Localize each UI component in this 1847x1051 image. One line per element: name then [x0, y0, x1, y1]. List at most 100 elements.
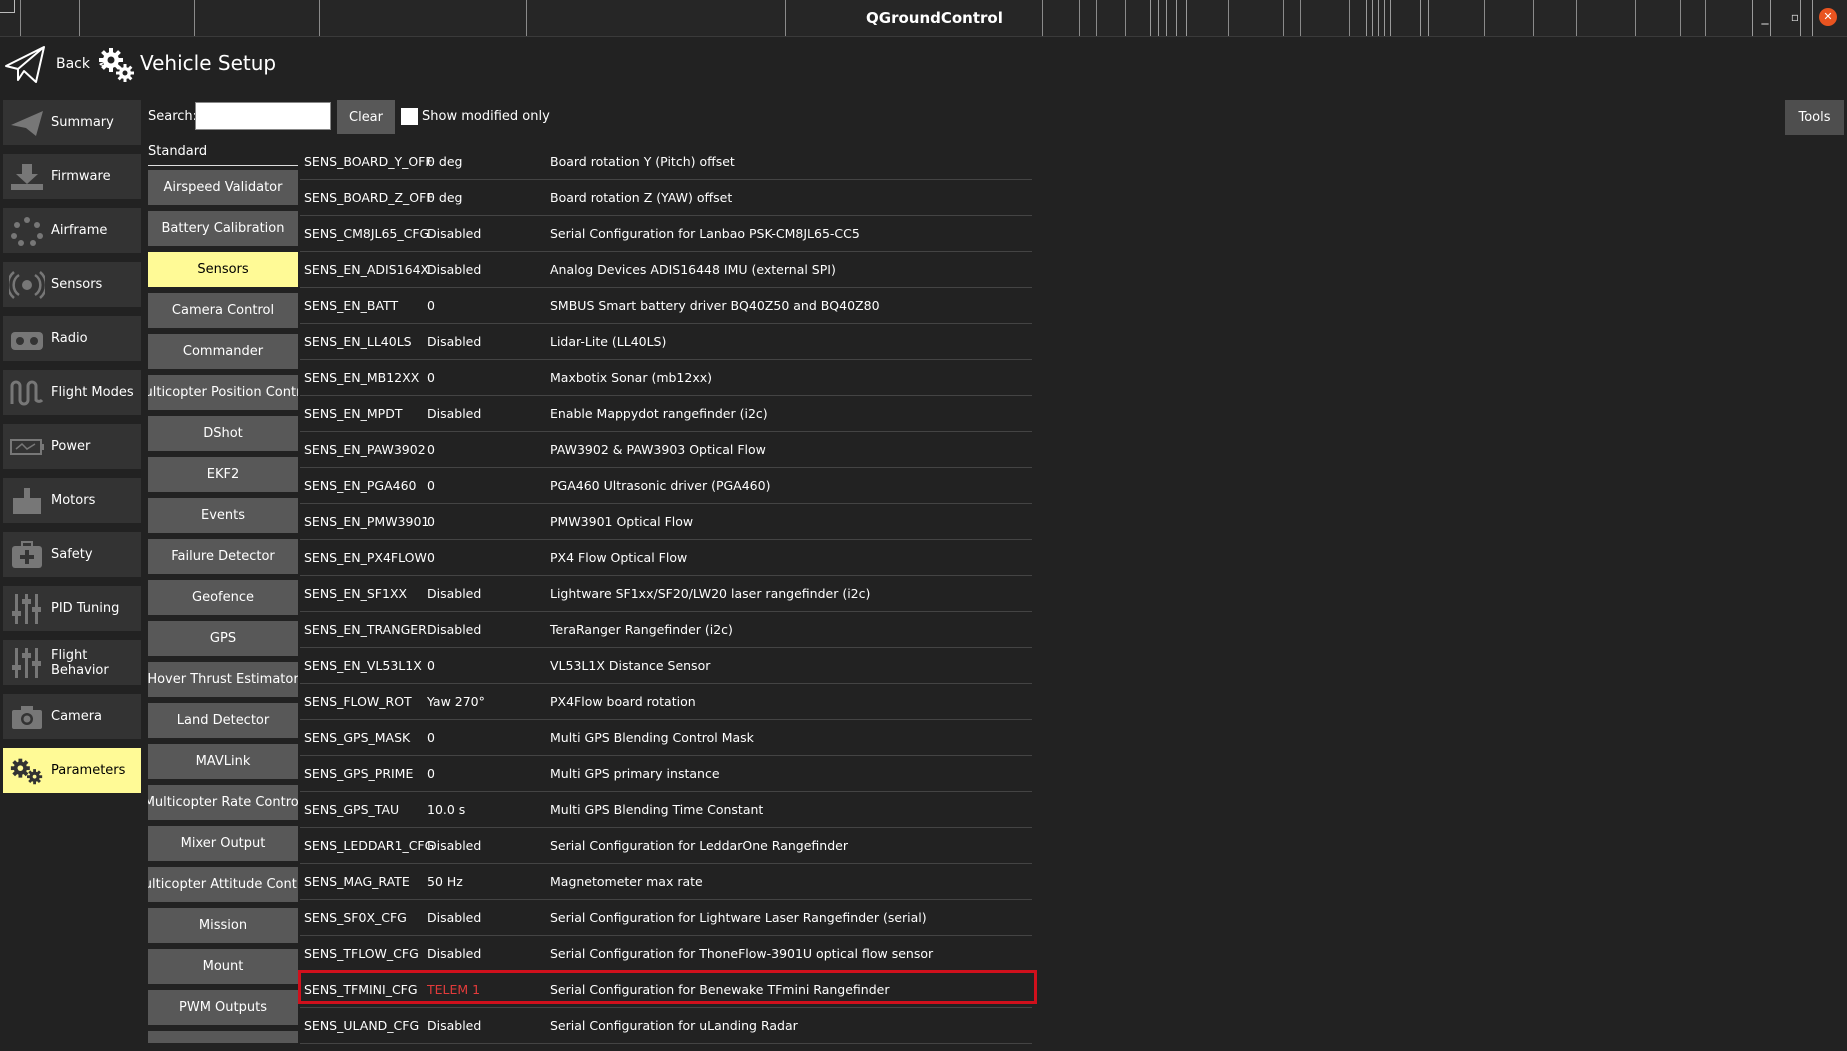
table-row[interactable]: SENS_EN_SF1XX Disabled Lightware SF1xx/SF2… [300, 576, 1032, 612]
table-row[interactable]: SENS_EN_PAW3902 0 PAW3902 & PAW3903 Optica… [300, 432, 1032, 468]
title-bar-decoration [1384, 0, 1385, 36]
param-name: SENS_EN_MPDT [304, 406, 403, 421]
group-land-detector[interactable]: Land Detector [148, 703, 298, 738]
table-row[interactable]: SENS_LEDDAR1_CFG Disabled Serial Configura… [300, 828, 1032, 864]
sidebar-item-radio[interactable]: Radio [3, 316, 141, 361]
group-multicopter-position-control[interactable]: Multicopter Position Control [148, 375, 298, 410]
search-input[interactable] [195, 102, 331, 130]
table-row[interactable]: SENS_SF0X_CFG Disabled Serial Configuratio… [300, 900, 1032, 936]
group-multicopter-attitude-control[interactable]: Multicopter Attitude Control [148, 867, 298, 902]
table-row[interactable]: SENS_MAG_RATE 50 Hz Magnetometer max rate [300, 864, 1032, 900]
group-sensors[interactable]: Sensors [148, 252, 298, 287]
group-gps[interactable]: GPS [148, 621, 298, 656]
param-name: SENS_BOARD_Y_OFF [304, 154, 433, 169]
table-row[interactable]: SENS_CM8JL65_CFG Disabled Serial Configura… [300, 216, 1032, 252]
title-bar-decoration [20, 0, 80, 36]
param-name: SENS_EN_VL53L1X [304, 658, 422, 673]
tools-button[interactable]: Tools [1785, 100, 1844, 135]
sidebar-item-safety[interactable]: Safety [3, 532, 141, 577]
sidebar-item-motors[interactable]: Motors [3, 478, 141, 523]
table-row[interactable]: SENS_GPS_TAU 10.0 s Multi GPS Blending Tim… [300, 792, 1032, 828]
group-mount[interactable]: Mount [148, 949, 298, 984]
table-row[interactable]: SENS_GPS_MASK 0 Multi GPS Blending Control… [300, 720, 1032, 756]
sidebar-item-label: PID Tuning [51, 601, 120, 616]
table-row[interactable]: SENS_EN_MPDT Disabled Enable Mappydot rang… [300, 396, 1032, 432]
sidebar-item-flight-modes[interactable]: Flight Modes [3, 370, 141, 415]
show-modified-checkbox[interactable] [401, 108, 418, 125]
sidebar-item-flight-behavior[interactable]: Flight Behavior [3, 640, 141, 685]
table-row[interactable]: SENS_TFLOW_CFG Disabled Serial Configurati… [300, 936, 1032, 972]
title-bar-decoration [1812, 0, 1813, 36]
title-bar-decoration [1372, 0, 1373, 36]
group-ekf2[interactable]: EKF2 [148, 457, 298, 492]
group-next-partial[interactable] [148, 1031, 298, 1043]
title-bar-decoration [1390, 0, 1391, 36]
sidebar-item-label: Power [51, 439, 91, 454]
group-multicopter-rate-control[interactable]: Multicopter Rate Control [148, 785, 298, 820]
sidebar-item-power[interactable]: Power [3, 424, 141, 469]
table-row[interactable]: SENS_EN_LL40LS Disabled Lidar-Lite (LL40LS… [300, 324, 1032, 360]
group-mavlink[interactable]: MAVLink [148, 744, 298, 779]
param-value: 0 [427, 370, 435, 385]
title-bar-decoration [1420, 0, 1421, 36]
table-row[interactable]: SENS_EN_PMW3901 0 PMW3901 Optical Flow [300, 504, 1032, 540]
param-name: SENS_SF0X_CFG [304, 910, 407, 925]
table-row[interactable]: SENS_EN_BATT 0 SMBUS Smart battery driver … [300, 288, 1032, 324]
highlight-box [298, 970, 1037, 1004]
group-dshot[interactable]: DShot [148, 416, 298, 451]
camera-icon [9, 701, 45, 733]
table-row[interactable]: SENS_BOARD_Y_OFF 0 deg Board rotation Y (P… [300, 144, 1032, 180]
table-row[interactable]: SENS_EN_VL53L1X 0 VL53L1X Distance Sensor [300, 648, 1032, 684]
close-button[interactable]: ✕ [1819, 8, 1837, 26]
group-camera-control[interactable]: Camera Control [148, 293, 298, 328]
param-value: 0 [427, 514, 435, 529]
group-header: Standard [148, 144, 208, 159]
sidebar-item-summary[interactable]: Summary [3, 100, 141, 145]
param-description: Serial Configuration for LeddarOne Range… [550, 838, 848, 853]
sidebar-item-camera[interactable]: Camera [3, 694, 141, 739]
group-airspeed-validator[interactable]: Airspeed Validator [148, 170, 298, 205]
title-bar-decoration [1428, 0, 1429, 36]
group-battery-calibration[interactable]: Battery Calibration [148, 211, 298, 246]
group-geofence[interactable]: Geofence [148, 580, 298, 615]
clear-button[interactable]: Clear [337, 100, 395, 134]
group-hover-thrust-estimator[interactable]: Hover Thrust Estimator [148, 662, 298, 697]
param-description: PX4Flow board rotation [550, 694, 696, 709]
param-name: SENS_EN_SF1XX [304, 586, 408, 601]
sidebar-item-airframe[interactable]: Airframe [3, 208, 141, 253]
table-row[interactable]: SENS_FLOW_ROT Yaw 270° PX4Flow board rotat… [300, 684, 1032, 720]
radio-controller-icon [9, 323, 45, 355]
sidebar-item-firmware[interactable]: Firmware [3, 154, 141, 199]
sidebar-item-sensors[interactable]: Sensors [3, 262, 141, 307]
back-button[interactable]: Back < [4, 44, 111, 84]
table-row[interactable]: SENS_EN_MB12XX 0 Maxbotix Sonar (mb12xx) [300, 360, 1032, 396]
paper-plane-icon [9, 107, 45, 139]
group-mission[interactable]: Mission [148, 908, 298, 943]
sidebar-item-parameters[interactable]: Parameters [3, 748, 141, 793]
maximize-button[interactable]: ▫ [1786, 8, 1804, 26]
sidebar-item-pid-tuning[interactable]: PID Tuning [3, 586, 141, 631]
group-events[interactable]: Events [148, 498, 298, 533]
title-bar-decoration [1680, 0, 1706, 36]
table-row[interactable]: SENS_BOARD_Z_OFF 0 deg Board rotation Z (Y… [300, 180, 1032, 216]
param-value: Disabled [427, 262, 482, 277]
group-pwm-outputs[interactable]: PWM Outputs [148, 990, 298, 1025]
minimize-button[interactable]: _ [1756, 8, 1774, 26]
group-commander[interactable]: Commander [148, 334, 298, 369]
table-row[interactable]: SENS_ULAND_CFG Disabled Serial Configurati… [300, 1008, 1032, 1044]
param-description: Multi GPS Blending Control Mask [550, 730, 754, 745]
table-row[interactable]: SENS_EN_PX4FLOW 0 PX4 Flow Optical Flow [300, 540, 1032, 576]
airframe-icon [9, 215, 45, 247]
table-row[interactable]: SENS_EN_PGA460 0 PGA460 Ultrasonic driver … [300, 468, 1032, 504]
title-bar-decoration [1186, 0, 1187, 36]
param-description: TeraRanger Rangefinder (i2c) [550, 622, 733, 637]
group-failure-detector[interactable]: Failure Detector [148, 539, 298, 574]
param-name: SENS_EN_BATT [304, 298, 399, 313]
table-row[interactable]: SENS_EN_ADIS164X Disabled Analog Devices A… [300, 252, 1032, 288]
window-menu-icon[interactable] [0, 0, 15, 13]
table-row[interactable]: SENS_EN_TRANGER Disabled TeraRanger Rangef… [300, 612, 1032, 648]
param-description: Analog Devices ADIS16448 IMU (external S… [550, 262, 836, 277]
group-mixer-output[interactable]: Mixer Output [148, 826, 298, 861]
table-row[interactable]: SENS_GPS_PRIME 0 Multi GPS primary instanc… [300, 756, 1032, 792]
battery-icon [9, 431, 45, 463]
